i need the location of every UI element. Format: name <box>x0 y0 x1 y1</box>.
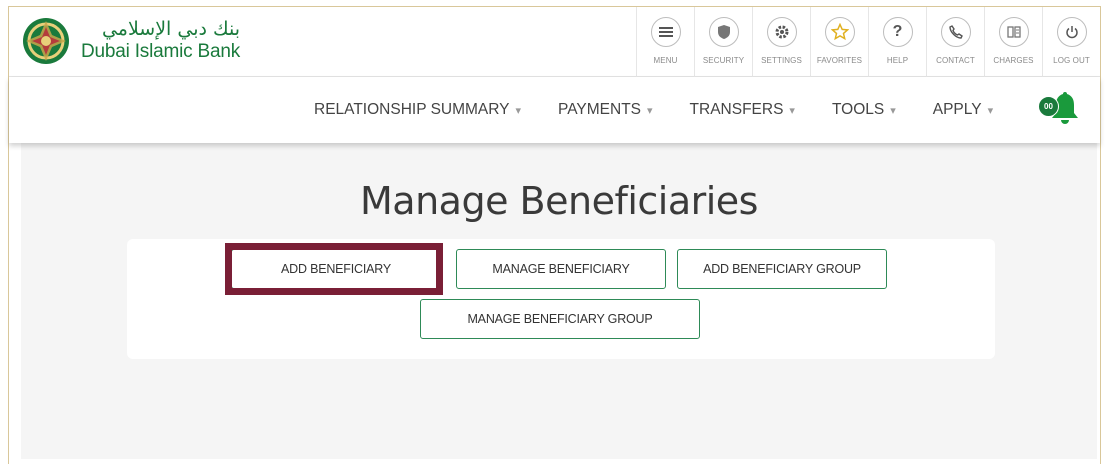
logo-emblem-icon <box>21 15 71 67</box>
toolbar-charges-label: CHARGES <box>993 56 1034 65</box>
gear-icon <box>766 17 797 47</box>
chevron-down-icon: ▾ <box>647 104 653 117</box>
add-beneficiary-group-button[interactable]: ADD BENEFICIARY GROUP <box>677 249 887 289</box>
manage-beneficiary-button[interactable]: MANAGE BENEFICIARY <box>456 249 666 289</box>
toolbar-menu[interactable]: MENU <box>636 7 694 77</box>
chevron-down-icon: ▾ <box>987 104 994 117</box>
notification-count-badge: 00 <box>1038 96 1059 117</box>
menu-icon <box>650 17 681 47</box>
toolbar-logout-label: LOG OUT <box>1053 56 1090 65</box>
nav-apply-label: APPLY <box>932 101 982 118</box>
toolbar-logout[interactable]: LOG OUT <box>1042 7 1100 77</box>
header: بنك دبي الإسلامي Dubai Islamic Bank MENU… <box>9 7 1100 77</box>
main-nav: RELATIONSHIP SUMMARY ▾ PAYMENTS ▾ TRANSFER… <box>9 77 1100 143</box>
bank-name-arabic: بنك دبي الإسلامي <box>101 18 241 41</box>
nav-transfers-label: TRANSFERS <box>689 101 784 118</box>
toolbar-settings[interactable]: SETTINGS <box>752 7 810 77</box>
nav-relationship-summary[interactable]: RELATIONSHIP SUMMARY ▾ <box>314 101 521 119</box>
question-icon: ? <box>882 17 913 47</box>
nav-apply[interactable]: APPLY ▾ <box>933 101 993 119</box>
nav-payments-label: PAYMENTS <box>558 101 642 118</box>
beneficiary-actions-panel: ADD BENEFICIARY MANAGE BENEFICIARY ADD B… <box>127 239 995 359</box>
nav-relationship-summary-label: RELATIONSHIP SUMMARY <box>314 101 510 118</box>
toolbar-favorites[interactable]: FAVORITES <box>810 7 868 77</box>
charges-icon <box>998 17 1029 47</box>
notifications-button[interactable]: 00 <box>1038 90 1086 130</box>
nav-tools-label: TOOLS <box>831 101 885 118</box>
star-icon <box>824 17 855 47</box>
toolbar-contact[interactable]: CONTACT <box>926 7 984 77</box>
shield-icon <box>708 17 739 47</box>
main-content: Manage Beneficiaries ADD BENEFICIARY MAN… <box>21 143 1097 459</box>
page-title: Manage Beneficiaries <box>360 179 758 223</box>
toolbar-settings-label: SETTINGS <box>761 56 802 65</box>
manage-beneficiary-group-button[interactable]: MANAGE BENEFICIARY GROUP <box>420 299 700 339</box>
toolbar-menu-label: MENU <box>653 56 678 65</box>
toolbar-security-label: SECURITY <box>702 56 745 65</box>
chevron-down-icon: ▾ <box>789 104 795 117</box>
app-frame: بنك دبي الإسلامي Dubai Islamic Bank MENU… <box>8 6 1101 464</box>
toolbar-security[interactable]: SECURITY <box>694 7 752 77</box>
nav-transfers[interactable]: TRANSFERS ▾ <box>690 101 795 119</box>
toolbar-favorites-label: FAVORITES <box>816 56 863 65</box>
chevron-down-icon: ▾ <box>515 104 522 117</box>
add-beneficiary-button[interactable]: ADD BENEFICIARY <box>231 249 441 289</box>
bank-name-english: Dubai Islamic Bank <box>81 41 241 62</box>
toolbar-help[interactable]: ? HELP <box>868 7 926 77</box>
toolbar-contact-label: CONTACT <box>936 56 975 65</box>
top-toolbar: MENU SECURITY SETTINGS FAVORITES ? HELP … <box>636 7 1100 77</box>
toolbar-charges[interactable]: CHARGES <box>984 7 1042 77</box>
chevron-down-icon: ▾ <box>890 104 896 117</box>
nav-tools[interactable]: TOOLS ▾ <box>832 101 896 119</box>
phone-icon <box>940 17 971 47</box>
bank-logo[interactable]: بنك دبي الإسلامي Dubai Islamic Bank <box>21 15 240 67</box>
power-icon <box>1056 17 1087 47</box>
nav-payments[interactable]: PAYMENTS ▾ <box>558 101 653 119</box>
toolbar-help-label: HELP <box>886 56 909 65</box>
